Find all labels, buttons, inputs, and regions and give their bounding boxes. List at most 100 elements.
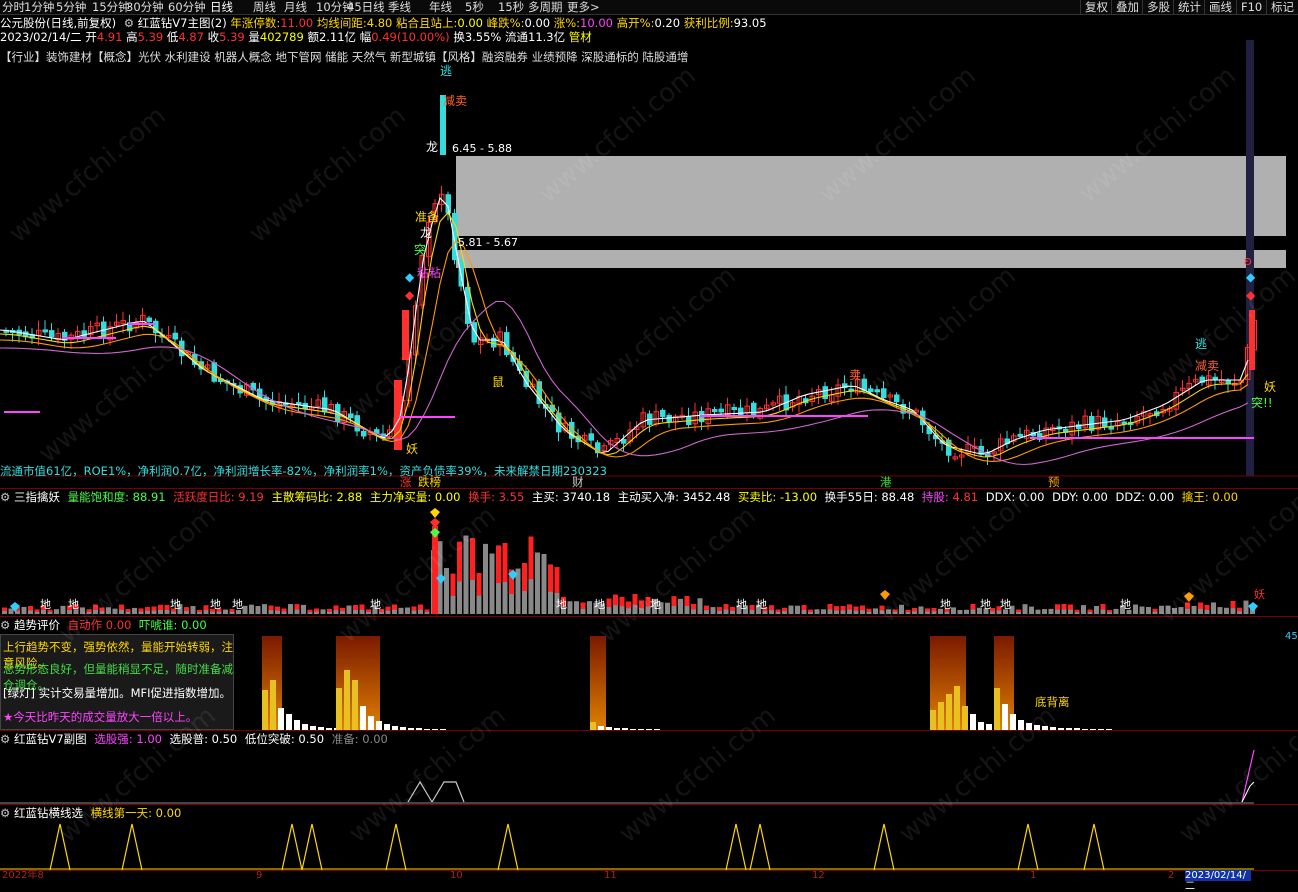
volume-bar: [1146, 607, 1151, 614]
sticky-signal: 粘粘: [417, 266, 442, 280]
toolbar-button-0[interactable]: 复权: [1080, 0, 1112, 14]
volume-bar-active: [580, 602, 586, 609]
p2-field-label-9: 持股:: [918, 490, 949, 504]
indicator-name[interactable]: 红蓝钻V7主图(2): [138, 16, 227, 30]
volume-bar-active: [333, 605, 339, 611]
volume-bar-active: [1016, 609, 1021, 613]
p2-field-value-1: 9.19: [234, 490, 264, 504]
volume-bar: [1048, 608, 1054, 614]
period-tab-5[interactable]: 60分钟: [168, 0, 206, 14]
trend-bar: [262, 690, 268, 730]
period-tab-6[interactable]: 日线: [210, 0, 233, 14]
volume-bar-active: [931, 608, 937, 612]
volume-bar: [814, 609, 820, 614]
trend-highlight: [590, 636, 606, 730]
resistance-zone-lower: [456, 250, 1286, 268]
settings-icon[interactable]: ⚙: [124, 16, 134, 30]
volume-bar-active: [28, 606, 33, 611]
ground-label: 地: [736, 598, 747, 611]
candle-body: [712, 409, 718, 413]
candle-body: [49, 330, 55, 338]
period-tab-4[interactable]: 30分钟: [126, 0, 164, 14]
candle-body: [1017, 433, 1023, 437]
panel2-settings-icon[interactable]: ⚙: [0, 490, 10, 504]
toolbar-button-2[interactable]: 多股: [1142, 0, 1174, 14]
header-field-value-3: 0.00: [524, 16, 551, 30]
red-diamond-icon: ◆: [405, 288, 415, 302]
diamond-icon: [430, 508, 440, 518]
trend-bar: [294, 720, 300, 730]
date-label-1: 9: [256, 870, 263, 881]
period-tab-2[interactable]: 5分钟: [56, 0, 86, 14]
header-field-value-1: 4.80: [366, 16, 393, 30]
period-tab-13[interactable]: 5秒: [465, 0, 484, 14]
diamond-icon: [1248, 602, 1258, 612]
p2-field-value-0: 88.91: [129, 490, 166, 504]
volume-bar-active: [164, 605, 170, 611]
panel3-settings-icon[interactable]: ⚙: [0, 618, 10, 632]
volume-bar: [951, 607, 956, 614]
scale-value: 45: [1285, 631, 1298, 642]
period-tab-8[interactable]: 月线: [284, 0, 307, 14]
volume-bar-active: [424, 609, 430, 613]
candle-body: [894, 394, 900, 403]
volume-bar-active: [2, 607, 7, 612]
dragon-mark-1: 龙: [426, 140, 439, 154]
volume-bar-active: [782, 607, 787, 612]
period-tab-14[interactable]: 15秒: [498, 0, 524, 14]
volume-bar: [190, 606, 196, 614]
panel4-settings-icon[interactable]: ⚙: [0, 732, 10, 746]
demon-signal: 妖: [406, 442, 419, 456]
panel4-title[interactable]: 红蓝钻V7副图: [14, 732, 87, 746]
signal-triangle: [725, 823, 747, 870]
candle-body: [588, 433, 594, 441]
trend-bar: [1002, 704, 1008, 730]
period-tab-3[interactable]: 15分钟: [92, 0, 130, 14]
period-tab-16[interactable]: 更多>: [567, 0, 600, 14]
volume-bar-active: [840, 606, 846, 611]
toolbar-button-5[interactable]: F10: [1236, 0, 1266, 14]
p2-field-value-4: 3.55: [495, 490, 525, 504]
period-tab-7[interactable]: 周线: [253, 0, 276, 14]
ground-label: 地: [980, 598, 991, 611]
candle-body: [361, 430, 367, 437]
volume-bar-active: [138, 608, 144, 612]
volume-bar-active: [1100, 604, 1106, 610]
trend-bar: [352, 680, 358, 730]
header-field-label-4: 涨%:: [550, 16, 581, 30]
panel5-settings-icon[interactable]: ⚙: [0, 806, 10, 820]
toolbar-button-1[interactable]: 叠加: [1111, 0, 1143, 14]
volume-bar: [1139, 606, 1145, 614]
p4-field-value-2: 0.50: [294, 732, 325, 746]
trend-bar: [360, 706, 366, 730]
selected-date[interactable]: 2023/02/14/二: [1185, 870, 1251, 892]
header-field-value-6: 93.05: [733, 16, 767, 30]
volume-bar: [821, 609, 826, 614]
volume-bar: [444, 567, 449, 614]
volume-bar-active: [502, 543, 508, 583]
toolbar-button-6[interactable]: 标记: [1266, 0, 1298, 14]
candle-body: [621, 439, 627, 444]
p4-field-label-2: 低位突破:: [241, 732, 295, 746]
period-tab-11[interactable]: 季线: [388, 0, 411, 14]
toolbar-button-4[interactable]: 画线: [1204, 0, 1236, 14]
volume-bar-active: [801, 605, 807, 611]
ground-label: 地: [1000, 598, 1011, 611]
volume-bar-active: [522, 563, 527, 592]
candle-body: [660, 409, 666, 417]
volume-bar: [60, 605, 66, 614]
volume-bar-active: [450, 573, 456, 596]
period-tab-1[interactable]: 1分钟: [24, 0, 54, 14]
period-tab-0[interactable]: 分时: [2, 0, 25, 14]
volume-bar-active: [1087, 609, 1093, 612]
volume-bar: [1224, 607, 1229, 614]
volume-bar: [710, 607, 716, 614]
period-tab-15[interactable]: 多周期: [528, 0, 563, 14]
volume-bar: [1133, 604, 1138, 614]
ground-label: 地: [232, 598, 243, 611]
toolbar-button-3[interactable]: 统计: [1173, 0, 1205, 14]
period-tab-12[interactable]: 年线: [429, 0, 452, 14]
date-label-5: 1: [1030, 870, 1037, 881]
period-tab-10[interactable]: 45日线: [347, 0, 385, 14]
panel2-title[interactable]: 三指擒妖: [14, 490, 60, 504]
